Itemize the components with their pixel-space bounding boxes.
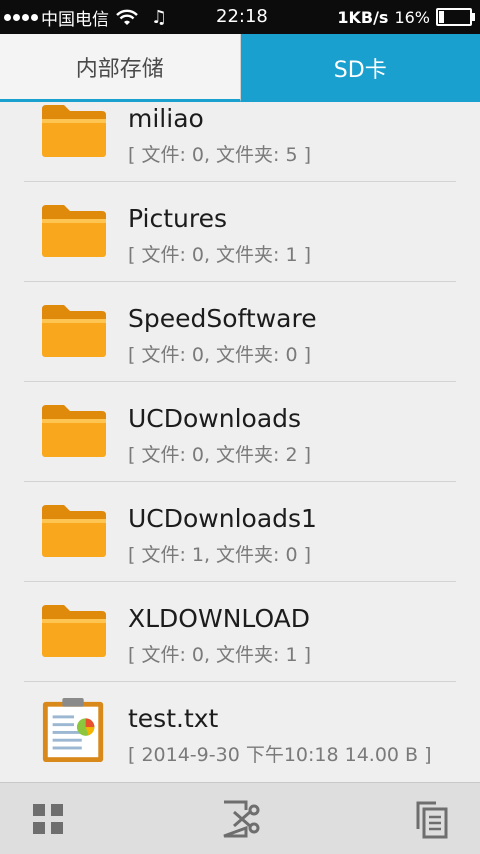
status-left: 中国电信 ♫: [4, 0, 167, 34]
file-meta: [ 文件: 0, 文件夹: 5 ]: [128, 144, 312, 166]
file-name: XLDOWNLOAD: [128, 604, 311, 633]
signal-strength-icon: [4, 13, 38, 21]
copy-button[interactable]: [410, 797, 454, 841]
file-name: SpeedSoftware: [128, 304, 317, 333]
file-meta: [ 文件: 0, 文件夹: 1 ]: [128, 244, 312, 266]
file-name: UCDownloads1: [128, 504, 317, 533]
file-name: UCDownloads: [128, 404, 302, 433]
list-item[interactable]: UCDownloads [ 文件: 0, 文件夹: 2 ]: [24, 382, 456, 482]
clock: 22:18: [216, 6, 268, 27]
file-meta: [ 文件: 0, 文件夹: 2 ]: [128, 444, 312, 466]
file-meta: [ 文件: 0, 文件夹: 1 ]: [128, 644, 312, 666]
file-list[interactable]: miliao [ 文件: 0, 文件夹: 5 ] Pictures [ 文件: …: [0, 102, 480, 782]
list-item[interactable]: SpeedSoftware [ 文件: 0, 文件夹: 0 ]: [24, 282, 456, 382]
list-item[interactable]: test.txt [ 2014-9-30 下午10:18 14.00 B ]: [24, 682, 456, 782]
cut-icon: [223, 800, 260, 838]
folder-icon: [42, 205, 106, 257]
file-meta: [ 文件: 1, 文件夹: 0 ]: [128, 544, 312, 566]
list-item[interactable]: UCDownloads1 [ 文件: 1, 文件夹: 0 ]: [24, 482, 456, 582]
bottom-toolbar: [0, 782, 480, 854]
wifi-icon: [116, 9, 138, 25]
battery-percentage: 16%: [394, 7, 430, 27]
list-item[interactable]: XLDOWNLOAD [ 文件: 0, 文件夹: 1 ]: [24, 582, 456, 682]
list-item[interactable]: Pictures [ 文件: 0, 文件夹: 1 ]: [24, 182, 456, 282]
folder-icon: [42, 105, 106, 157]
status-right: 1KB/s 16%: [337, 0, 475, 34]
list-item[interactable]: miliao [ 文件: 0, 文件夹: 5 ]: [24, 102, 456, 182]
folder-icon: [42, 605, 106, 657]
file-name: Pictures: [128, 204, 227, 233]
tab-internal-storage[interactable]: 内部存储: [0, 34, 241, 102]
status-bar: 中国电信 ♫ 22:18 1KB/s 16%: [0, 0, 480, 34]
file-meta: [ 2014-9-30 下午10:18 14.00 B ]: [128, 744, 432, 766]
tab-sd-card[interactable]: SD卡: [240, 34, 480, 102]
folder-icon: [42, 405, 106, 457]
copy-icon: [416, 801, 448, 839]
folder-icon: [42, 505, 106, 557]
grid-view-icon: [33, 804, 63, 834]
text-file-icon: [42, 697, 104, 763]
file-name: miliao: [128, 104, 204, 133]
battery-icon: [436, 8, 475, 26]
cut-button[interactable]: [218, 797, 262, 841]
file-meta: [ 文件: 0, 文件夹: 0 ]: [128, 344, 312, 366]
carrier-name: 中国电信: [41, 9, 109, 30]
storage-tabs: 内部存储 SD卡: [0, 34, 480, 102]
file-name: test.txt: [128, 704, 219, 733]
grid-view-button[interactable]: [26, 797, 70, 841]
network-speed: 1KB/s: [337, 7, 389, 27]
folder-icon: [42, 305, 106, 357]
music-icon: ♫: [151, 6, 168, 28]
